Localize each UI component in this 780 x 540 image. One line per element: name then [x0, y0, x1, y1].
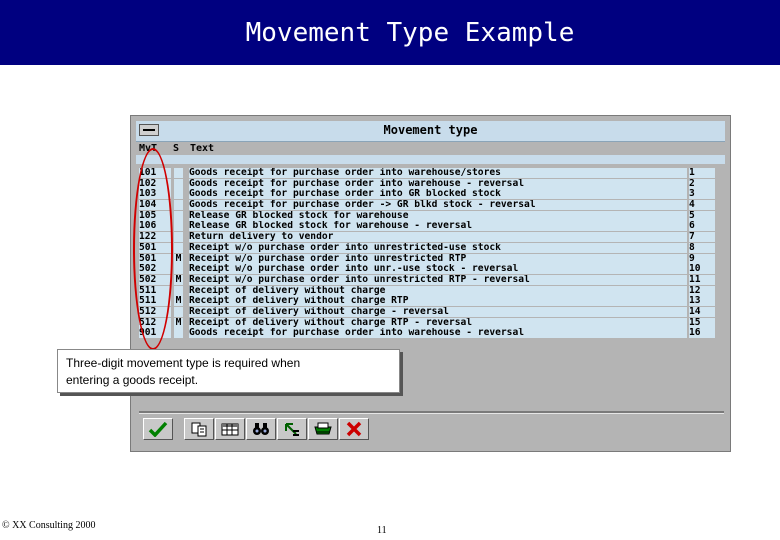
movement-type-text: Receipt w/o purchase order into unr.-use…: [189, 264, 687, 275]
list-item[interactable]: 105 Release GR blocked stock for warehous…: [136, 210, 725, 222]
movement-type-text: Release GR blocked stock for warehouse: [189, 210, 687, 221]
print-icon: [314, 422, 332, 435]
list-item[interactable]: 512 M Receipt of delivery without charge R…: [136, 316, 725, 329]
list-item[interactable]: 511 Receipt of delivery without charge 12: [136, 285, 725, 297]
special-stock-indicator: [174, 210, 183, 221]
special-stock-indicator: [174, 232, 183, 243]
cancel-button[interactable]: [339, 418, 369, 440]
movement-type-text: Receipt w/o purchase order into unrestri…: [189, 242, 687, 253]
special-stock-indicator: [174, 328, 183, 339]
movement-type-window: Movement type MvT S Text 101 Goods receip…: [130, 115, 731, 452]
movement-type-text: Goods receipt for purchase order into wa…: [189, 168, 687, 178]
print-button[interactable]: [308, 418, 338, 440]
movement-type-text: Goods receipt for purchase order into GR…: [189, 189, 687, 200]
copyright: © XX Consulting 2000: [2, 520, 96, 531]
line-number: 11: [689, 274, 715, 285]
column-header-text: Text: [190, 143, 215, 154]
special-stock-indicator: [174, 168, 183, 178]
list-item[interactable]: 901 Goods receipt for purchase order into…: [136, 328, 725, 339]
special-stock-indicator: [174, 221, 183, 232]
special-stock-indicator: M: [174, 273, 183, 285]
movement-type-list: 101 Goods receipt for purchase order into…: [136, 168, 725, 339]
line-number: 1: [689, 168, 715, 178]
line-number: 10: [689, 264, 715, 275]
movement-type-text: Receipt of delivery without charge: [189, 285, 687, 296]
movement-type-text: Receipt w/o purchase order into unrestri…: [189, 274, 687, 285]
line-number: 6: [689, 221, 715, 232]
confirm-button[interactable]: [143, 418, 173, 440]
special-stock-indicator: [174, 285, 183, 296]
line-number: 15: [689, 317, 715, 328]
movement-type-text: Release GR blocked stock for warehouse -…: [189, 221, 687, 232]
movement-type-text: Return delivery to vendor: [189, 232, 687, 243]
find-button[interactable]: [246, 418, 276, 440]
special-stock-indicator: M: [174, 295, 183, 307]
list-item[interactable]: 501 M Receipt w/o purchase order into unre…: [136, 252, 725, 265]
copy-button[interactable]: [184, 418, 214, 440]
table-button[interactable]: [215, 418, 245, 440]
special-stock-indicator: [174, 264, 183, 275]
cancel-x-icon: [346, 421, 362, 437]
movement-type-text: Goods receipt for purchase order into wa…: [189, 328, 687, 339]
line-number: 2: [689, 178, 715, 189]
line-number: 13: [689, 296, 715, 307]
list-item[interactable]: 512 Receipt of delivery without charge - …: [136, 306, 725, 318]
page-number: 11: [377, 525, 387, 536]
special-stock-indicator: [174, 200, 183, 211]
special-stock-indicator: M: [174, 316, 183, 328]
special-stock-indicator: [174, 242, 183, 253]
line-number: 12: [689, 285, 715, 296]
callout-line-1: Three-digit movement type is required wh…: [66, 356, 301, 370]
special-stock-indicator: [174, 189, 183, 200]
movement-type-text: Receipt of delivery without charge RTP: [189, 296, 687, 307]
callout-box: Three-digit movement type is required wh…: [57, 349, 400, 393]
hierarchy-button[interactable]: [277, 418, 307, 440]
line-number: 5: [689, 210, 715, 221]
line-number: 9: [689, 253, 715, 264]
arrow-tree-icon: [285, 423, 299, 436]
window-titlebar: Movement type: [136, 121, 725, 142]
slide-title: Movement Type Example: [245, 18, 575, 48]
movement-type-text: Receipt w/o purchase order into unrestri…: [189, 253, 687, 264]
header-separator: [136, 155, 725, 164]
special-stock-indicator: M: [174, 252, 183, 264]
movement-type-text: Receipt of delivery without charge RTP -…: [189, 317, 687, 328]
window-title: Movement type: [383, 123, 478, 137]
binoculars-icon: [253, 423, 269, 435]
table-grid-icon: [221, 423, 239, 436]
highlight-oval: [133, 148, 173, 350]
list-item[interactable]: 502 M Receipt w/o purchase order into unre…: [136, 273, 725, 286]
list-item[interactable]: 106 Release GR blocked stock for warehous…: [136, 221, 725, 232]
checkmark-icon: [148, 421, 168, 437]
list-item[interactable]: 501 Receipt w/o purchase order into unres…: [136, 242, 725, 254]
line-number: 7: [689, 232, 715, 243]
toolbar: [143, 418, 370, 442]
list-item[interactable]: 101 Goods receipt for purchase order into…: [136, 168, 725, 179]
special-stock-indicator: [174, 306, 183, 317]
list-item[interactable]: 502 Receipt w/o purchase order into unr.-…: [136, 264, 725, 275]
list-item[interactable]: 511 M Receipt of delivery without charge R…: [136, 296, 725, 307]
line-number: 14: [689, 306, 715, 317]
line-number: 3: [689, 189, 715, 200]
callout-line-2: entering a goods receipt.: [66, 373, 199, 387]
movement-type-text: Receipt of delivery without charge - rev…: [189, 306, 687, 317]
movement-type-text: Goods receipt for purchase order into wa…: [189, 178, 687, 189]
slide-header: Movement Type Example: [0, 0, 780, 65]
list-item[interactable]: 104 Goods receipt for purchase order -> G…: [136, 200, 725, 211]
list-item[interactable]: 122 Return delivery to vendor 7: [136, 232, 725, 243]
line-number: 8: [689, 242, 715, 253]
list-item[interactable]: 103 Goods receipt for purchase order into…: [136, 189, 725, 200]
document-copy-icon: [191, 422, 207, 437]
line-number: 16: [689, 328, 715, 339]
movement-type-text: Goods receipt for purchase order -> GR b…: [189, 200, 687, 211]
special-stock-indicator: [174, 178, 183, 189]
toolbar-divider: [139, 411, 724, 414]
column-header-s: S: [173, 143, 180, 154]
line-number: 4: [689, 200, 715, 211]
list-item[interactable]: 102 Goods receipt for purchase order into…: [136, 178, 725, 190]
